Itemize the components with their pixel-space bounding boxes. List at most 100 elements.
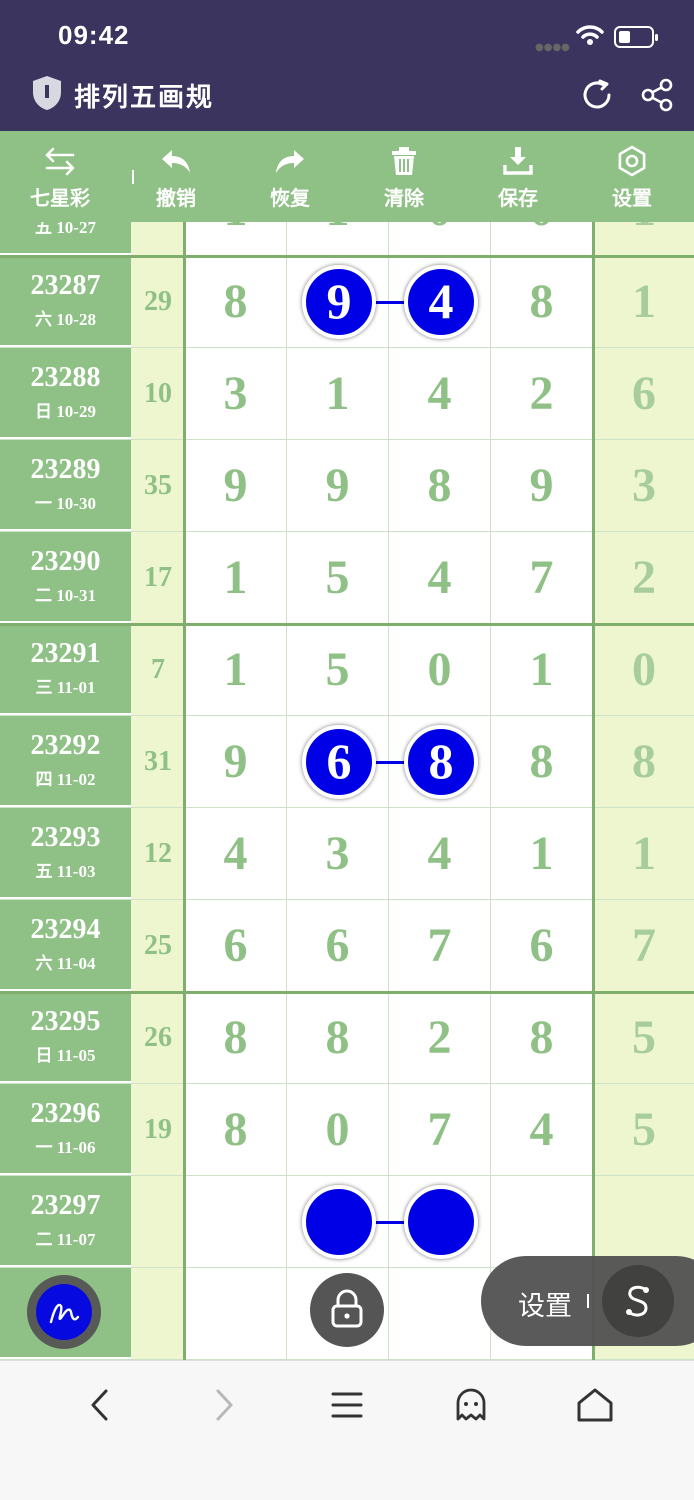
- settings-button[interactable]: 设置: [586, 131, 678, 222]
- digit-cell[interactable]: [185, 1176, 287, 1267]
- digit-cell-last[interactable]: 6: [594, 348, 694, 439]
- digit-cell[interactable]: 1: [185, 624, 287, 715]
- issue-number: 23292: [30, 730, 101, 761]
- marked-ball[interactable]: 4: [404, 265, 478, 339]
- digit-cell[interactable]: 3: [287, 808, 389, 899]
- digit-cell[interactable]: 1: [491, 808, 593, 899]
- digit-cell-last[interactable]: 5: [594, 992, 694, 1083]
- undo-label: 撤销: [156, 186, 196, 210]
- digit-cell-last[interactable]: 0: [594, 624, 694, 715]
- digit-cell[interactable]: 0: [389, 222, 491, 255]
- save-button[interactable]: 保存: [472, 131, 564, 222]
- digit-cell[interactable]: 0: [287, 1084, 389, 1175]
- digit-cell[interactable]: 1: [287, 222, 389, 255]
- digit-cell[interactable]: 8: [491, 716, 593, 807]
- table-row: 23295 日 11-05 26 8 8 2 8 5: [0, 992, 694, 1084]
- menu-icon[interactable]: [322, 1383, 372, 1427]
- sum-cell: 31: [131, 716, 185, 807]
- digit-cell[interactable]: 8: [491, 992, 593, 1083]
- marked-ball[interactable]: 6: [302, 725, 376, 799]
- digit-cell[interactable]: 7: [389, 900, 491, 991]
- digit-cell[interactable]: 1: [287, 348, 389, 439]
- marked-ball[interactable]: 8: [404, 725, 478, 799]
- refresh-icon[interactable]: [580, 78, 614, 112]
- marked-ball-empty[interactable]: [302, 1185, 376, 1259]
- digit-cell[interactable]: 5: [287, 532, 389, 623]
- digit-cell-last[interactable]: 1: [594, 256, 694, 347]
- forward-icon[interactable]: [198, 1383, 248, 1427]
- handwriting-icon: [49, 1303, 80, 1324]
- digit-cell-last[interactable]: 7: [594, 900, 694, 991]
- share-icon[interactable]: [640, 78, 674, 112]
- digit-cell[interactable]: 7: [491, 532, 593, 623]
- digit-cell[interactable]: 7: [389, 1084, 491, 1175]
- marked-ball-empty[interactable]: [404, 1185, 478, 1259]
- issue-cell: 23294 六 11-04: [0, 900, 131, 991]
- digit-cell[interactable]: 1: [491, 624, 593, 715]
- digit-cell[interactable]: 1: [185, 222, 287, 255]
- floating-settings-panel[interactable]: 设置: [481, 1256, 694, 1346]
- digit-cell[interactable]: 4: [491, 1084, 593, 1175]
- ghost-icon[interactable]: [446, 1383, 496, 1427]
- digit-cell-last[interactable]: 8: [594, 716, 694, 807]
- lock-button[interactable]: [310, 1273, 384, 1347]
- digit-cell[interactable]: 9: [185, 716, 287, 807]
- issue-date: 六 11-04: [35, 954, 96, 973]
- digit-cell[interactable]: 9: [491, 440, 593, 531]
- issue-number: 23290: [30, 546, 101, 577]
- home-icon[interactable]: [570, 1383, 620, 1427]
- undo-button[interactable]: 撤销: [130, 131, 222, 222]
- digit-cell[interactable]: 5: [287, 624, 389, 715]
- digit-cell-last[interactable]: 1: [594, 222, 694, 255]
- sum-cell: 25: [131, 900, 185, 991]
- issue-cell: 23291 三 11-01: [0, 624, 131, 715]
- digit-cell[interactable]: 8: [185, 1084, 287, 1175]
- digit-cell[interactable]: 8: [287, 992, 389, 1083]
- digit-cell-last[interactable]: 5: [594, 1084, 694, 1175]
- issue-cell: 23287 六 10-28: [0, 256, 131, 347]
- marked-ball[interactable]: 9: [302, 265, 376, 339]
- settings-label: 设置: [612, 186, 652, 210]
- digit-cell[interactable]: 0: [389, 624, 491, 715]
- digit-cell[interactable]: 8: [491, 256, 593, 347]
- digit-cell[interactable]: [185, 1268, 287, 1359]
- floating-s-button[interactable]: [602, 1265, 674, 1337]
- digit-cell-last[interactable]: 2: [594, 532, 694, 623]
- sum-cell: 17: [131, 532, 185, 623]
- table-row: 23296 一 11-06 19 8 0 7 4 5: [0, 1084, 694, 1176]
- redo-button[interactable]: 恢复: [244, 131, 336, 222]
- digit-cell[interactable]: 4: [185, 808, 287, 899]
- digit-cell[interactable]: 8: [389, 440, 491, 531]
- digit-cell-last[interactable]: 1: [594, 808, 694, 899]
- digit-cell-last[interactable]: 3: [594, 440, 694, 531]
- digit-cell[interactable]: 4: [389, 348, 491, 439]
- digit-cell[interactable]: 6: [287, 900, 389, 991]
- issue-date: 五 10-27: [35, 222, 96, 237]
- clear-label: 清除: [384, 186, 424, 210]
- digit-cell[interactable]: 4: [389, 532, 491, 623]
- digit-cell[interactable]: 2: [491, 348, 593, 439]
- draw-grid[interactable]: 0 五 10-27 1 1 0 0 1 23287六 10-28 29 8 9 …: [0, 222, 694, 1360]
- table-row-partial: 0 五 10-27 1 1 0 0 1: [0, 222, 694, 256]
- issue-cell: 23292 四 11-02: [0, 716, 131, 807]
- digit-cell[interactable]: 6: [491, 900, 593, 991]
- group-divider: [0, 991, 694, 994]
- digit-cell[interactable]: 9: [185, 440, 287, 531]
- floating-settings-label[interactable]: 设置: [518, 1284, 572, 1323]
- digit-cell[interactable]: 1: [185, 532, 287, 623]
- lottery-switch-button[interactable]: 七星彩: [14, 131, 134, 222]
- digit-cell-last[interactable]: [594, 1176, 694, 1267]
- back-icon[interactable]: [76, 1383, 126, 1427]
- digit-cell[interactable]: 4: [389, 808, 491, 899]
- digit-cell[interactable]: 2: [389, 992, 491, 1083]
- digit-cell[interactable]: 8: [185, 992, 287, 1083]
- digit-cell[interactable]: 8: [185, 256, 287, 347]
- digit-cell[interactable]: [491, 1176, 593, 1267]
- digit-cell[interactable]: 0: [491, 222, 593, 255]
- clear-button[interactable]: 清除: [358, 131, 450, 222]
- digit-cell[interactable]: [389, 1268, 491, 1359]
- pen-tool-button[interactable]: [27, 1275, 101, 1349]
- digit-cell[interactable]: 9: [287, 440, 389, 531]
- digit-cell[interactable]: 6: [185, 900, 287, 991]
- digit-cell[interactable]: 3: [185, 348, 287, 439]
